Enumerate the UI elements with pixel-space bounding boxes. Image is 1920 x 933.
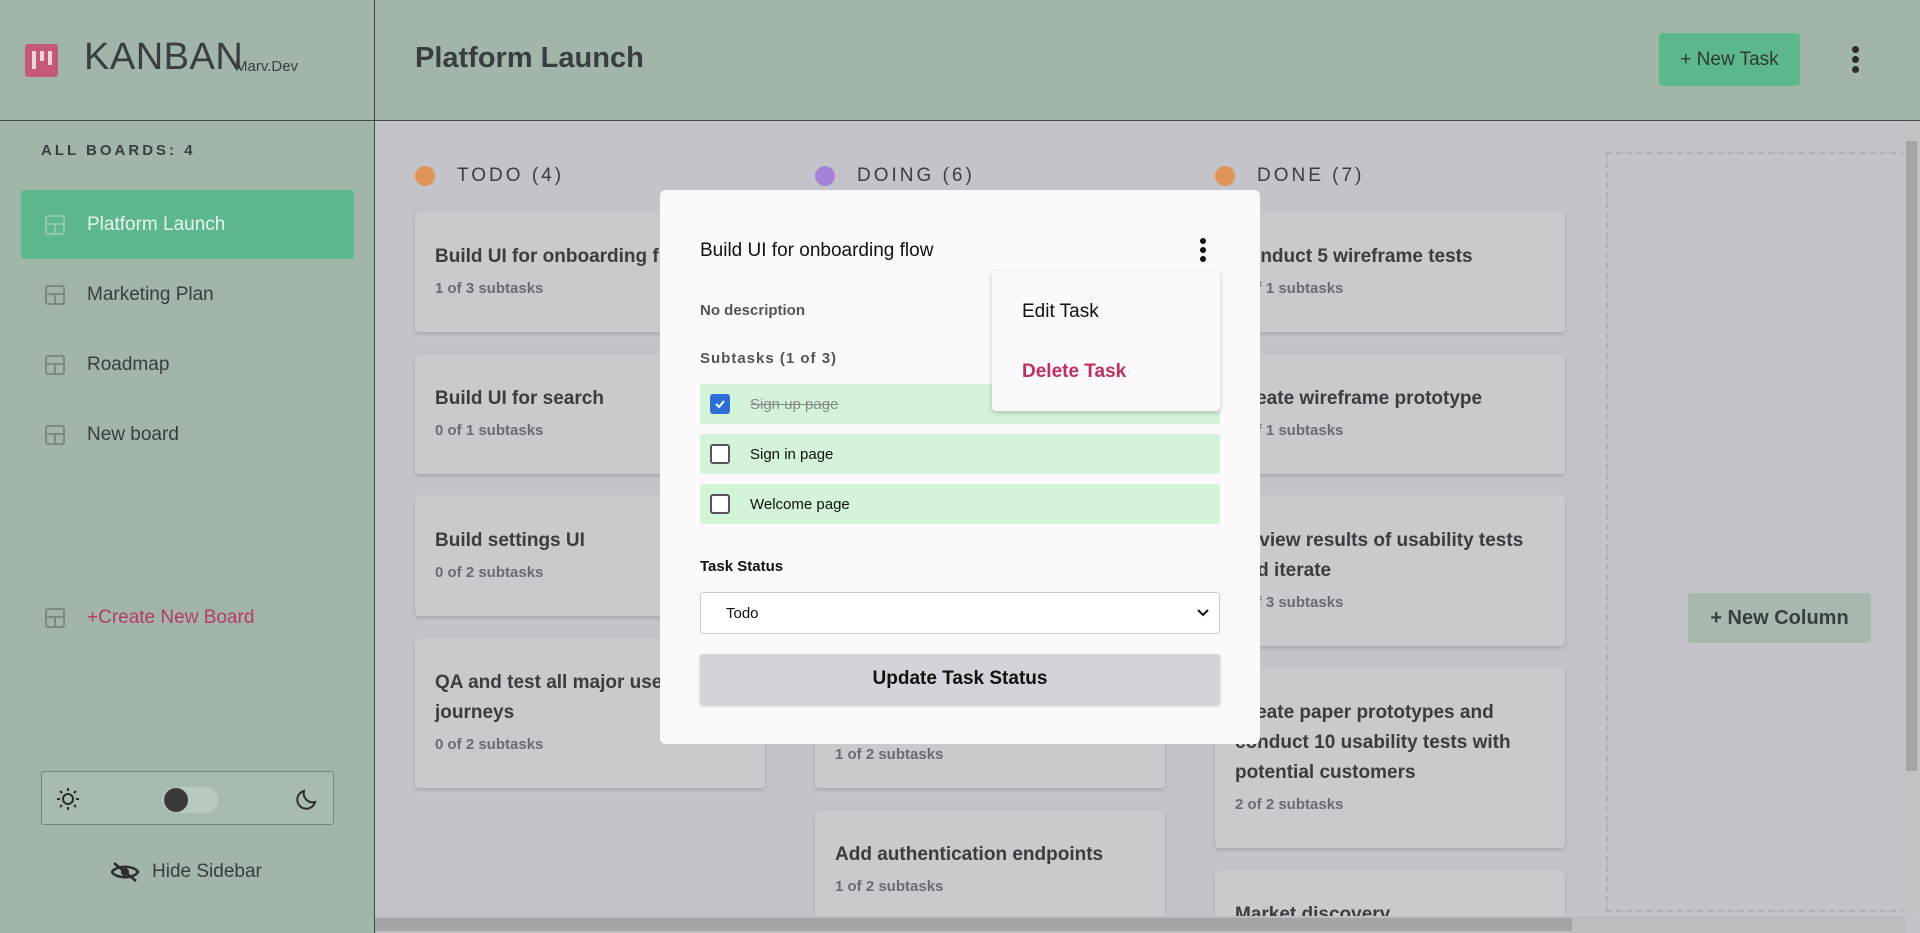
new-column-button[interactable]: + New Column bbox=[1688, 593, 1871, 643]
logo-subtitle: Marv.Dev bbox=[235, 58, 299, 75]
task-title: Create paper prototypes and conduct 10 u… bbox=[1235, 702, 1511, 783]
vertical-scrollbar[interactable] bbox=[1903, 121, 1920, 916]
task-card[interactable]: Create wireframe prototype 1 of 1 subtas… bbox=[1215, 354, 1565, 474]
task-description: No description bbox=[700, 302, 806, 319]
chevron-down-icon bbox=[1197, 609, 1209, 617]
column-title: DONE (7) bbox=[1257, 165, 1365, 186]
subtask-item[interactable]: Welcome page bbox=[700, 484, 1220, 524]
kanban-logo-icon bbox=[25, 44, 58, 77]
hide-sidebar-label: Hide Sidebar bbox=[152, 861, 262, 882]
subtasks-heading: Subtasks (1 of 3) bbox=[700, 350, 838, 367]
eye-off-icon bbox=[110, 862, 140, 882]
edit-task-menu-item[interactable]: Edit Task bbox=[1022, 301, 1099, 323]
logo-text: KANBAN bbox=[84, 36, 244, 78]
task-card[interactable]: Review results of usability tests and it… bbox=[1215, 496, 1565, 646]
task-title: Create wireframe prototype bbox=[1235, 388, 1483, 409]
all-boards-label: ALL BOARDS: 4 bbox=[41, 142, 196, 159]
subtask-checkbox[interactable] bbox=[710, 444, 730, 464]
task-card[interactable]: Create paper prototypes and conduct 10 u… bbox=[1215, 668, 1565, 848]
subtask-label: Welcome page bbox=[750, 495, 850, 513]
sidebar: ALL BOARDS: 4 Platform Launch Marketing … bbox=[0, 121, 375, 933]
task-menu-icon[interactable] bbox=[1193, 236, 1213, 268]
task-status-label: Task Status bbox=[700, 558, 784, 575]
board-icon bbox=[45, 354, 65, 375]
sidebar-item-label: Roadmap bbox=[87, 353, 170, 375]
column-title: DOING (6) bbox=[857, 165, 975, 186]
board-icon bbox=[45, 607, 65, 628]
sidebar-item-marketing-plan[interactable]: Marketing Plan bbox=[21, 260, 354, 329]
board-icon bbox=[45, 424, 65, 445]
task-title: Add authentication endpoints bbox=[835, 844, 1104, 865]
task-title: Conduct 5 wireframe tests bbox=[1235, 246, 1473, 267]
task-title: Review results of usability tests and it… bbox=[1235, 530, 1524, 581]
column-header-todo: TODO (4) bbox=[415, 165, 564, 187]
create-new-board-button[interactable]: +Create New Board bbox=[21, 583, 354, 652]
todo-dot bbox=[415, 166, 435, 186]
column-header-done: DONE (7) bbox=[1215, 165, 1364, 187]
task-subtasks: 2 of 2 subtasks bbox=[1235, 796, 1344, 813]
sidebar-item-roadmap[interactable]: Roadmap bbox=[21, 330, 354, 399]
sidebar-item-label: Platform Launch bbox=[87, 213, 226, 235]
sidebar-item-label: Marketing Plan bbox=[87, 283, 214, 305]
subtask-item[interactable]: Sign in page bbox=[700, 434, 1220, 474]
create-board-label: +Create New Board bbox=[87, 606, 255, 628]
board-menu-icon[interactable] bbox=[1843, 44, 1867, 76]
subtask-checkbox[interactable] bbox=[710, 394, 730, 414]
delete-task-menu-item[interactable]: Delete Task bbox=[1022, 361, 1126, 383]
board-icon bbox=[45, 284, 65, 305]
subtask-label: Sign up page bbox=[750, 395, 839, 413]
subtask-checkbox[interactable] bbox=[710, 494, 730, 514]
sidebar-item-platform-launch[interactable]: Platform Launch bbox=[21, 190, 354, 259]
logo-area: KANBAN Marv.Dev bbox=[0, 0, 375, 121]
board-title: Platform Launch bbox=[415, 42, 644, 74]
task-card[interactable]: Add authentication endpoints 1 of 2 subt… bbox=[815, 810, 1165, 930]
new-column-area bbox=[1606, 152, 1906, 912]
modal-title: Build UI for onboarding flow bbox=[700, 240, 934, 261]
column-title: TODO (4) bbox=[457, 165, 565, 186]
status-value: Todo bbox=[726, 604, 759, 622]
sun-icon bbox=[57, 788, 79, 810]
doing-dot bbox=[815, 166, 835, 186]
new-task-button[interactable]: + New Task bbox=[1659, 33, 1800, 86]
sidebar-item-new-board[interactable]: New board bbox=[21, 400, 354, 469]
update-task-status-button[interactable]: Update Task Status bbox=[700, 654, 1220, 704]
task-subtasks: 1 of 1 subtasks bbox=[1235, 422, 1344, 439]
theme-toggle bbox=[41, 771, 334, 825]
sidebar-item-label: New board bbox=[87, 423, 179, 445]
theme-switch[interactable] bbox=[162, 787, 218, 813]
done-dot bbox=[1215, 166, 1235, 186]
task-subtasks: 3 of 3 subtasks bbox=[1235, 594, 1344, 611]
task-card[interactable]: Conduct 5 wireframe tests 1 of 1 subtask… bbox=[1215, 212, 1565, 332]
hide-sidebar-button[interactable]: Hide Sidebar bbox=[110, 861, 262, 883]
moon-icon bbox=[296, 789, 317, 810]
task-subtasks: 1 of 1 subtasks bbox=[1235, 280, 1344, 297]
horizontal-scrollbar[interactable] bbox=[375, 916, 1905, 933]
subtask-label: Sign in page bbox=[750, 445, 834, 463]
column-header-doing: DOING (6) bbox=[815, 165, 975, 187]
task-status-select[interactable]: Todo bbox=[700, 592, 1220, 634]
task-options-menu: Edit Task Delete Task bbox=[992, 271, 1220, 411]
board-icon bbox=[45, 214, 65, 235]
top-bar: KANBAN Marv.Dev Platform Launch + New Ta… bbox=[0, 0, 1920, 121]
task-subtasks: 1 of 2 subtasks bbox=[835, 746, 944, 763]
check-icon bbox=[715, 400, 725, 409]
task-subtasks: 1 of 2 subtasks bbox=[835, 878, 944, 895]
